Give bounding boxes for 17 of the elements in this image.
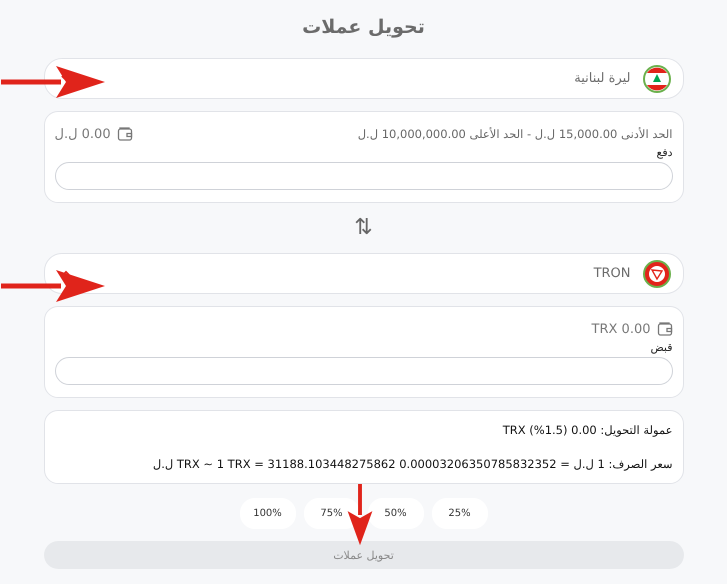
fee-text: عمولة التحويل: 0.00 TRX (%1.5): [502, 423, 672, 437]
percent-button[interactable]: 50%: [368, 498, 424, 529]
currency-name: ليرة لبنانية: [574, 71, 630, 86]
balance-text: 0.00 TRX: [592, 322, 650, 336]
swap-button[interactable]: ⇅: [354, 217, 373, 239]
page-title: تحويل عملات: [301, 16, 426, 38]
rate-text: سعر الصرف: 1 ل.ل = 0.00003206350785832352 TRX ~ 1 TRX = 31188.103448275862 ل.ل: [152, 457, 672, 471]
balance-text: 0.00 ل.ل: [54, 126, 111, 142]
field-label: دفع: [655, 146, 672, 159]
percent-button[interactable]: 75%: [304, 498, 360, 529]
percent-button[interactable]: 100%: [240, 498, 296, 529]
currency-select[interactable]: TRON: [44, 253, 684, 294]
currency-select[interactable]: ليرة لبنانية: [44, 58, 684, 99]
limits-text: الحد الأدنى 15,000.00 ل.ل - الحد الأعلى 10,000,000.00 ل.ل: [358, 127, 672, 141]
field-label: قبض: [649, 341, 672, 354]
percent-button[interactable]: 25%: [432, 498, 488, 529]
currency-name: TRON: [594, 266, 630, 281]
